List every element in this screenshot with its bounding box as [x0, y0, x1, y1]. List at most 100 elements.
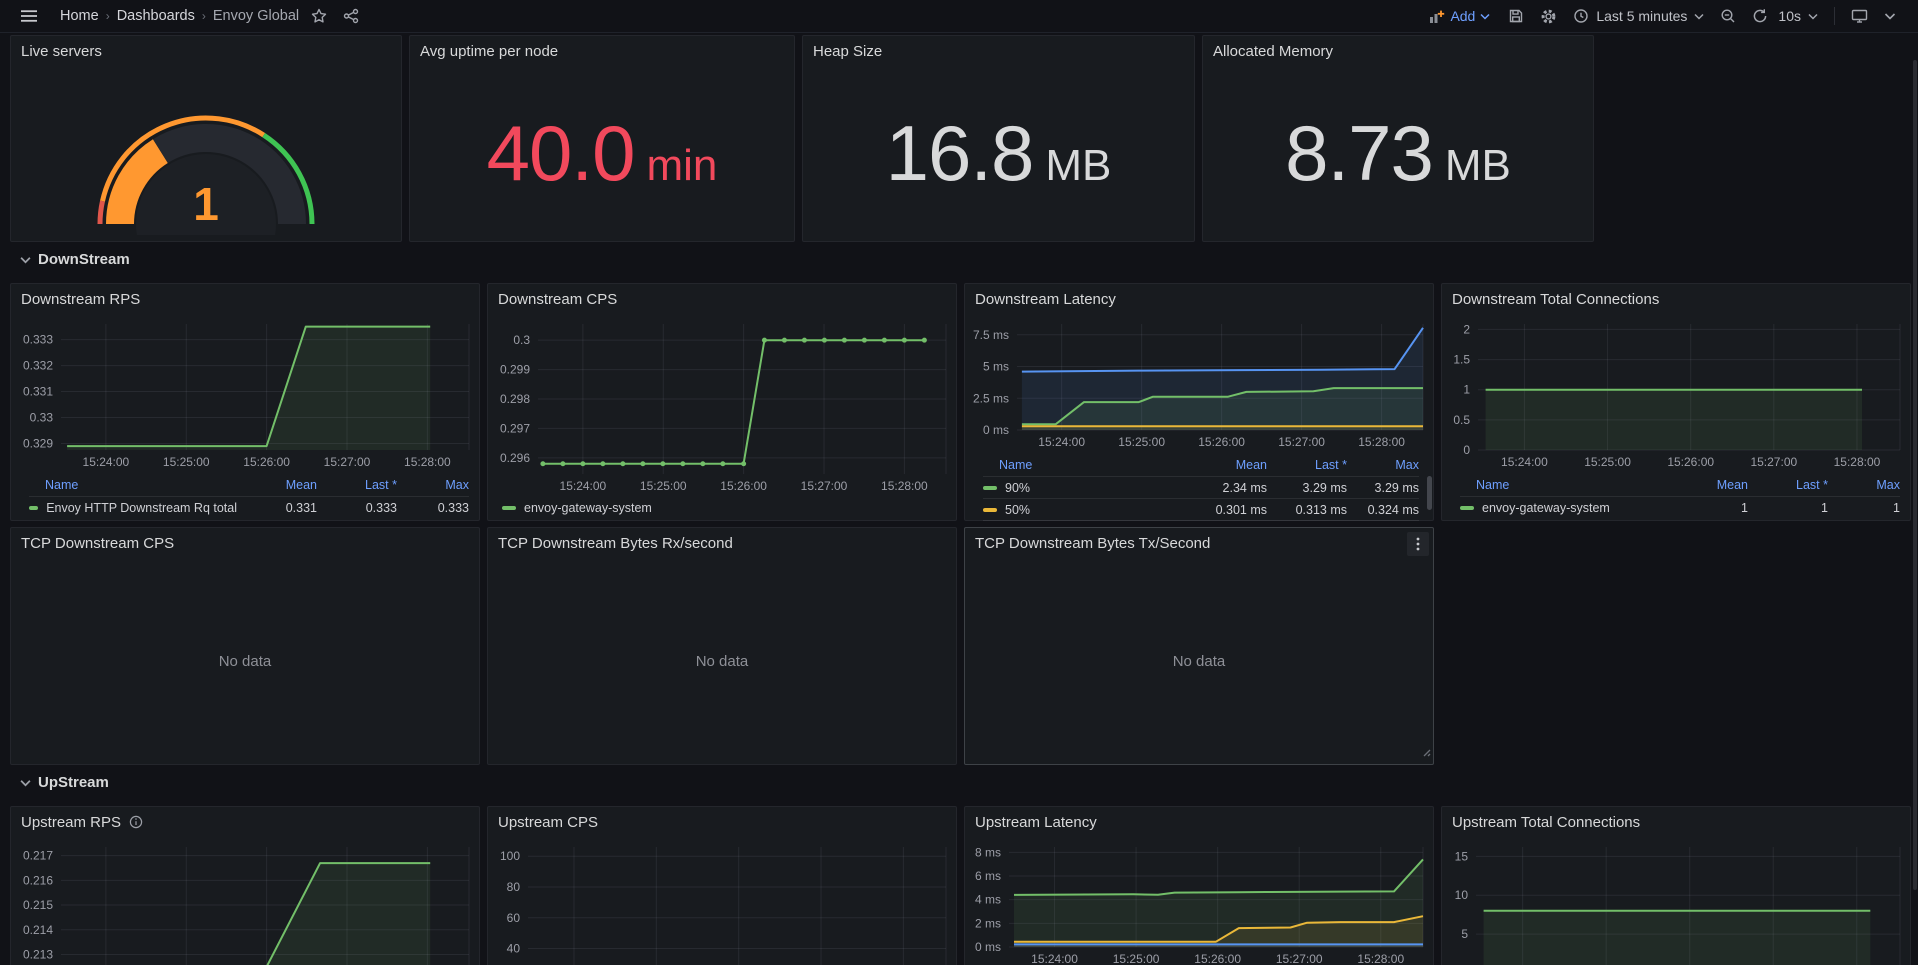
- add-panel-icon: [1428, 8, 1445, 25]
- breadcrumb-home[interactable]: Home: [56, 8, 103, 24]
- panel-title[interactable]: Downstream CPS: [488, 284, 956, 314]
- section-downstream[interactable]: DownStream: [10, 242, 1911, 277]
- toolbar-divider: [1834, 7, 1835, 25]
- chart-upstream-total-connections[interactable]: 1510515:24:0015:25:0015:26:0015:27:0015:…: [1442, 837, 1910, 965]
- info-icon[interactable]: [129, 815, 143, 829]
- panel-title[interactable]: Allocated Memory: [1203, 36, 1593, 66]
- svg-text:0.216: 0.216: [23, 873, 53, 887]
- panel-title[interactable]: Downstream RPS: [11, 284, 479, 314]
- svg-text:15:26:00: 15:26:00: [243, 455, 290, 469]
- kiosk-mode-icon[interactable]: [1843, 1, 1876, 31]
- legend-item[interactable]: envoy-gateway-system: [502, 501, 956, 515]
- legend-table: NameMeanLast *MaxEnvoy HTTP Downstream R…: [29, 474, 469, 518]
- svg-text:15:28:00: 15:28:00: [404, 455, 451, 469]
- panel-upstream-cps: Upstream CPS 10080604015:24:0015:25:0015…: [487, 806, 957, 965]
- svg-text:0.329: 0.329: [23, 437, 53, 451]
- svg-text:15:26:00: 15:26:00: [1667, 455, 1714, 469]
- legend-scrollbar[interactable]: [1427, 476, 1432, 510]
- stat-row: Live servers 1 Avg uptime per node 40.0: [10, 34, 1911, 242]
- panel-title[interactable]: Live servers: [11, 36, 401, 66]
- panel-title[interactable]: TCP Downstream Bytes Rx/second: [488, 528, 956, 558]
- legend-header[interactable]: NameMeanLast *Max: [1460, 474, 1900, 496]
- svg-text:2: 2: [1463, 322, 1470, 336]
- svg-text:5 ms: 5 ms: [983, 360, 1009, 374]
- legend-row[interactable]: 90%2.34 ms3.29 ms3.29 ms: [983, 476, 1419, 498]
- panel-title[interactable]: Downstream Total Connections: [1442, 284, 1910, 314]
- svg-text:15: 15: [1455, 849, 1469, 863]
- svg-text:15:28:00: 15:28:00: [1834, 455, 1881, 469]
- svg-text:0 ms: 0 ms: [983, 423, 1009, 437]
- svg-text:0.296: 0.296: [500, 451, 530, 465]
- chart-legend: NameMeanLast *Maxenvoy-gateway-system111: [1442, 472, 1910, 522]
- chart-upstream-cps[interactable]: 10080604015:24:0015:25:0015:26:0015:27:0…: [488, 837, 956, 965]
- toolbar-expand-icon[interactable]: [1876, 1, 1904, 31]
- chart-downstream-rps[interactable]: 0.3330.3320.3310.330.32915:24:0015:25:00…: [11, 314, 479, 472]
- legend-header[interactable]: NameMeanLast *Max: [29, 474, 469, 496]
- chart-svg: 21.510.5015:24:0015:25:0015:26:0015:27:0…: [1442, 314, 1910, 472]
- panel-tcp-downstream-cps: TCP Downstream CPS No data: [10, 527, 480, 765]
- panel-title[interactable]: Upstream RPS: [11, 807, 479, 837]
- chart-downstream-total-connections[interactable]: 21.510.5015:24:0015:25:0015:26:0015:27:0…: [1442, 314, 1910, 472]
- svg-text:0: 0: [1463, 443, 1470, 457]
- panel-menu-icon[interactable]: [1407, 532, 1429, 556]
- panel-title[interactable]: Avg uptime per node: [410, 36, 794, 66]
- panel-title[interactable]: Upstream CPS: [488, 807, 956, 837]
- svg-text:2 ms: 2 ms: [975, 916, 1001, 930]
- refresh-interval-picker[interactable]: 10s: [1776, 8, 1826, 24]
- stat-value: 40.0 min: [410, 66, 794, 241]
- legend-series-color: [29, 506, 38, 510]
- panel-title[interactable]: Downstream Latency: [965, 284, 1433, 314]
- panel-title[interactable]: Upstream Latency: [965, 807, 1433, 837]
- section-upstream[interactable]: UpStream: [10, 765, 1911, 800]
- chart-svg: 7.5 ms5 ms2.5 ms0 ms15:24:0015:25:0015:2…: [965, 314, 1433, 452]
- dashboard-settings-icon[interactable]: [1532, 1, 1565, 31]
- breadcrumb-dashboards[interactable]: Dashboards: [113, 8, 199, 24]
- chart-upstream-latency[interactable]: 8 ms6 ms4 ms2 ms0 ms15:24:0015:25:0015:2…: [965, 837, 1433, 965]
- legend-table: NameMeanLast *Maxenvoy-gateway-system111: [1460, 474, 1900, 518]
- time-range-picker[interactable]: Last 5 minutes: [1565, 8, 1712, 24]
- chart-svg: 1510515:24:0015:25:0015:26:0015:27:0015:…: [1442, 837, 1910, 965]
- svg-text:15:27:00: 15:27:00: [324, 455, 371, 469]
- svg-text:0.3: 0.3: [513, 333, 530, 347]
- svg-text:0.297: 0.297: [500, 421, 530, 435]
- zoom-out-time-icon[interactable]: [1712, 1, 1744, 31]
- no-data-message: No data: [965, 558, 1433, 764]
- panel-title[interactable]: Heap Size: [803, 36, 1194, 66]
- stat-number: 16.8: [886, 108, 1034, 199]
- svg-text:15:27:00: 15:27:00: [1276, 952, 1323, 965]
- add-button[interactable]: Add: [1418, 8, 1500, 25]
- legend-row[interactable]: 99%4.89 ms8 ms8 ms: [983, 520, 1419, 522]
- svg-text:7.5 ms: 7.5 ms: [973, 328, 1009, 342]
- tcp-row: TCP Downstream CPS No data TCP Downstrea…: [10, 527, 1911, 765]
- panel-title[interactable]: TCP Downstream Bytes Tx/Second: [965, 528, 1433, 558]
- svg-text:0.331: 0.331: [23, 385, 53, 399]
- no-data-message: No data: [488, 558, 956, 764]
- svg-text:15:26:00: 15:26:00: [1198, 435, 1245, 449]
- svg-text:15:24:00: 15:24:00: [1031, 952, 1078, 965]
- refresh-icon[interactable]: [1744, 1, 1776, 31]
- legend-series-color: [1460, 506, 1474, 510]
- chart-downstream-cps[interactable]: 0.30.2990.2980.2970.29615:24:0015:25:001…: [488, 314, 956, 496]
- legend-series-color: [502, 506, 516, 510]
- panel-title[interactable]: Upstream Total Connections: [1442, 807, 1910, 837]
- chart-downstream-latency[interactable]: 7.5 ms5 ms2.5 ms0 ms15:24:0015:25:0015:2…: [965, 314, 1433, 452]
- dashboard-canvas: Live servers 1 Avg uptime per node 40.0: [0, 33, 1918, 965]
- chart-upstream-rps[interactable]: 0.2170.2160.2150.2140.21315:24:0015:25:0…: [11, 837, 479, 965]
- menu-icon[interactable]: [12, 1, 46, 31]
- legend-table: NameMeanLast *Max90%2.34 ms3.29 ms3.29 m…: [983, 454, 1419, 522]
- legend-row[interactable]: envoy-gateway-system111: [1460, 496, 1900, 518]
- star-icon[interactable]: [303, 1, 335, 31]
- panel-tcp-downstream-bytes-rx: TCP Downstream Bytes Rx/second No data: [487, 527, 957, 765]
- share-icon[interactable]: [335, 1, 367, 31]
- save-dashboard-icon[interactable]: [1500, 1, 1532, 31]
- svg-text:6 ms: 6 ms: [975, 869, 1001, 883]
- page-scrollbar[interactable]: [1913, 60, 1917, 890]
- svg-text:5: 5: [1461, 927, 1468, 941]
- legend-row[interactable]: 50%0.301 ms0.313 ms0.324 ms: [983, 498, 1419, 520]
- panel-title[interactable]: TCP Downstream CPS: [11, 528, 479, 558]
- legend-row[interactable]: Envoy HTTP Downstream Rq total0.3310.333…: [29, 496, 469, 518]
- stat-number: 8.73: [1285, 108, 1433, 199]
- panel-resize-handle[interactable]: [1421, 744, 1431, 762]
- legend-header[interactable]: NameMeanLast *Max: [983, 454, 1419, 476]
- breadcrumb-current[interactable]: Envoy Global: [209, 8, 303, 24]
